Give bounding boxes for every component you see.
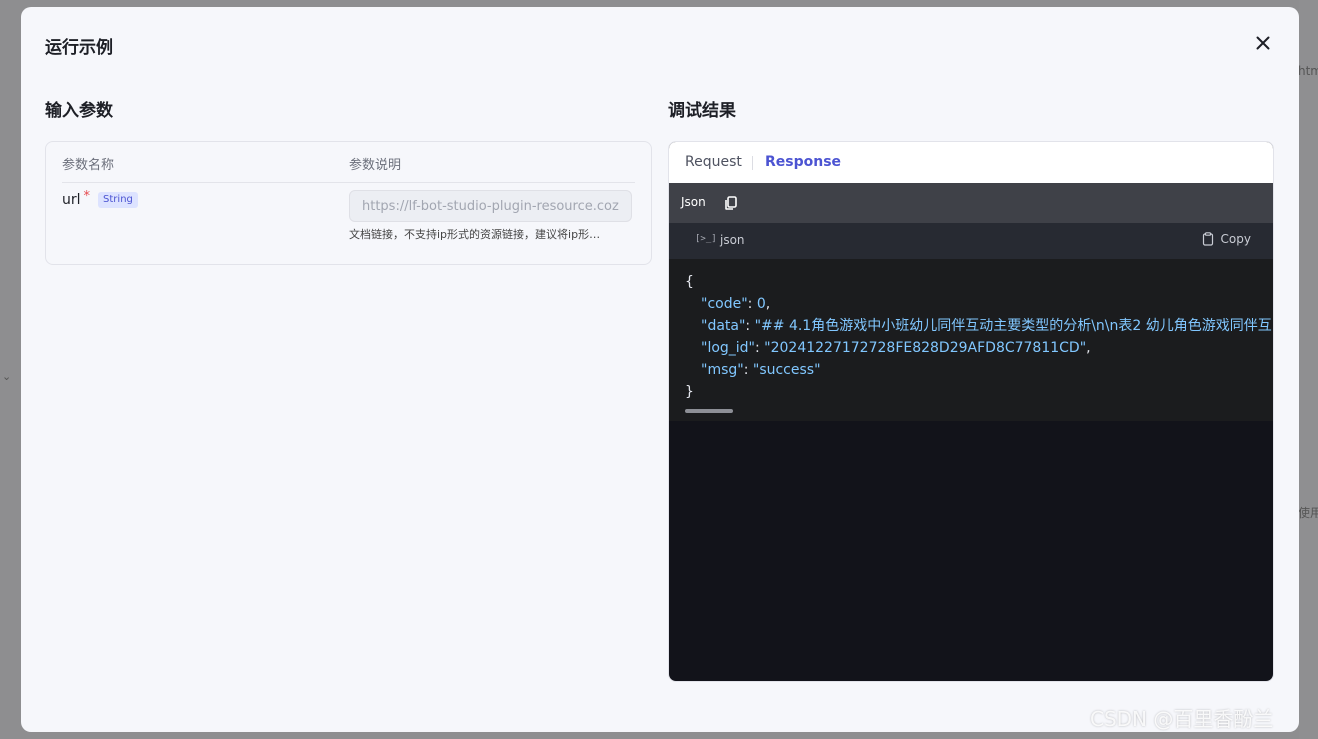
column-header-description: 参数说明 [349, 158, 402, 173]
close-icon [1256, 36, 1270, 50]
json-key: "data" [701, 318, 746, 334]
tab-divider [752, 156, 753, 170]
horizontal-scrollbar[interactable] [685, 409, 733, 413]
param-description: 文档链接，不支持ip形式的资源链接，建议将ip形… [349, 228, 601, 241]
json-key: "code" [701, 296, 748, 312]
params-table: 参数名称 参数说明 url * String 文档链接，不支持ip形式的资源链接… [45, 141, 652, 265]
json-comma: , [765, 296, 771, 312]
json-value: "success" [752, 362, 821, 378]
json-close-brace: } [685, 384, 694, 400]
param-name: url [62, 192, 81, 208]
json-open-brace: { [685, 274, 694, 290]
modal-title: 运行示例 [45, 38, 113, 58]
code-language: json [720, 233, 745, 247]
format-bar: Json [669, 183, 1273, 223]
run-example-modal: 运行示例 输入参数 参数名称 参数说明 url * String 文档链接，不支… [21, 7, 1299, 732]
background-text: htm [1298, 64, 1318, 78]
param-name-cell: url * String [62, 188, 138, 208]
json-line-log-id: "log_id": "20241227172728FE828D29AFD8C77… [701, 340, 1091, 356]
json-value: 0 [756, 296, 766, 312]
terminal-icon: [>_] [695, 234, 717, 244]
json-line-data: "data": "## 4.1角色游戏中小班幼儿同伴互动主要类型的分析\n\n表… [701, 318, 1272, 334]
copy-icon[interactable] [723, 195, 739, 211]
copy-button[interactable]: Copy [1201, 232, 1251, 246]
code-header: [>_] json Copy [669, 223, 1273, 259]
tab-request[interactable]: Request [685, 154, 742, 170]
format-label: Json [681, 195, 706, 209]
json-code: { "code": 0, "data": "## 4.1角色游戏中小班幼儿同伴互… [685, 271, 1272, 403]
json-line-msg: "msg": "success" [701, 362, 821, 378]
json-comma: , [1086, 340, 1091, 356]
type-badge: String [98, 192, 138, 208]
result-tabs: Request Response [669, 142, 1273, 183]
result-panel: Request Response Json [>_] json Copy {"… [668, 141, 1274, 682]
column-header-name: 参数名称 [62, 158, 115, 173]
watermark: CSDN @百里香酚兰 [1090, 707, 1274, 731]
json-key: "msg" [701, 362, 744, 378]
json-value: "20241227172728FE828D29AFD8C77811CD" [764, 340, 1087, 356]
json-key: "log_id" [701, 340, 755, 356]
copy-label: Copy [1220, 232, 1251, 246]
code-body[interactable]: { "code": 0, "data": "## 4.1角色游戏中小班幼儿同伴互… [669, 259, 1273, 421]
background-page-edge [1299, 0, 1318, 739]
url-input[interactable] [349, 190, 632, 222]
tab-response[interactable]: Response [765, 154, 841, 170]
background-chevron-icon: ⌄ [2, 370, 12, 383]
params-table-header: 参数名称 参数说明 [62, 142, 635, 183]
json-line-code: "code": 0, [701, 296, 771, 312]
clipboard-icon [1202, 232, 1213, 246]
required-mark: * [83, 188, 91, 204]
background-text: 使用 [1298, 506, 1318, 520]
json-value: "## 4.1角色游戏中小班幼儿同伴互动主要类型的分析\n\n表2 幼儿角色游戏… [754, 318, 1272, 334]
debug-result-title: 调试结果 [668, 101, 736, 121]
close-button[interactable] [1251, 31, 1275, 55]
input-params-title: 输入参数 [45, 101, 113, 121]
